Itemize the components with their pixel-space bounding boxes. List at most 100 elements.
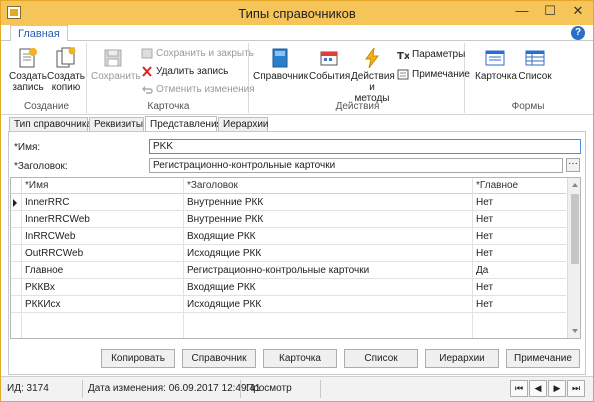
lightning-icon [361,47,383,69]
tab-views[interactable]: Представления [145,116,222,132]
cell-main: Да [476,265,489,276]
card-form-label: Карточка [475,71,517,82]
tab-requisites[interactable]: Реквизиты [89,117,144,132]
save-close-button[interactable]: Сохранить и закрыть [139,46,254,61]
card-form-button[interactable]: Карточка [475,45,517,82]
table-scrollbar[interactable] [567,178,580,338]
list-form-icon [524,47,546,69]
last-record-button[interactable]: ⏭ [567,380,585,397]
list-action-button[interactable]: Список [344,349,418,368]
name-label: *Имя: [14,142,41,153]
parameters-icon: Tx [397,49,411,62]
events-icon [318,47,340,69]
card-action-button[interactable]: Карточка [263,349,337,368]
tab-hierarchies[interactable]: Иерархии [218,117,269,132]
status-bar: ИД: 3174 Дата изменения: 06.09.2017 12:4… [1,376,593,401]
name-input[interactable]: PKK [149,139,581,154]
delete-record-label: Удалить запись [156,66,229,77]
svg-text:Tx: Tx [397,51,409,60]
cell-main: Нет [476,299,494,310]
note-icon [397,69,409,80]
reference-action-button[interactable]: Справочник [182,349,256,368]
reference-button[interactable]: Справочник [253,45,308,82]
parameters-label: Параметры [412,49,466,60]
ribbon-tab-bar: Главная ? [1,25,593,42]
cell-name: InnerRRCWeb [25,214,90,225]
status-divider [240,380,241,398]
new-record-icon [17,47,39,69]
cell-title: Исходящие РКК [187,299,262,310]
cell-main: Нет [476,214,494,225]
create-copy-button[interactable]: Создать копию [47,45,85,93]
note-ribbon-button[interactable]: Примечание [395,67,470,82]
column-header-main[interactable]: *Главное [476,180,518,191]
actions-methods-label: Действия и методы [351,71,395,104]
ribbon-group-card: Сохранить Сохранить и закрыть Удалить за… [89,43,255,113]
hierarchies-button[interactable]: Иерархии [425,349,499,368]
create-copy-label: Создать копию [47,71,86,93]
cell-title: Внутренние РКК [187,197,264,208]
group-label-actions: Действия [335,101,380,112]
first-record-button[interactable]: ⏮ [510,380,528,397]
cell-name: InRRCWeb [25,231,76,242]
group-label-create: Создание [23,101,70,112]
table-row[interactable]: РККВх Входящие РКК Нет [11,280,566,296]
column-header-name[interactable]: *Имя [25,180,48,191]
ribbon: Создать запись Создать копию Создание Со… [1,41,593,115]
save-label: Сохранить [91,71,141,82]
cell-main: Нет [476,197,494,208]
ellipsis-button[interactable]: ··· [566,158,580,172]
ribbon-group-create: Создать запись Создать копию Создание [7,43,87,113]
scroll-thumb[interactable] [571,194,579,264]
note-button[interactable]: Примечание [506,349,580,368]
list-form-button[interactable]: Список [517,45,553,82]
save-button[interactable]: Сохранить [91,45,141,82]
cell-title: Входящие РКК [187,231,256,242]
cell-name: РККИсх [25,299,61,310]
group-label-forms: Формы [511,101,545,112]
cell-name: InnerRRC [25,197,70,208]
copy-record-icon [55,47,77,69]
scroll-down-icon[interactable] [572,329,578,333]
cell-title: Входящие РКК [187,282,256,293]
table-row[interactable]: Главное Регистрационно-контрольные карто… [11,263,566,279]
actions-methods-button[interactable]: Действия и методы [351,45,395,104]
tab-type[interactable]: Тип справочника [9,117,92,132]
ribbon-group-forms: Карточка Список Формы [467,43,589,113]
title-input[interactable]: Регистрационно-контрольные карточки [149,158,563,173]
save-close-icon [141,48,153,59]
create-record-button[interactable]: Создать запись [9,45,47,93]
record-id: ИД: 3174 [7,383,49,394]
events-button[interactable]: События [309,45,351,82]
delete-record-button[interactable]: Удалить запись [139,64,228,79]
views-table: *Имя *Заголовок *Главное InnerRRC Внутре… [10,177,581,339]
next-record-button[interactable]: ▶ [548,380,566,397]
cancel-changes-button[interactable]: Отменить изменения [139,82,255,97]
cell-title: Регистрационно-контрольные карточки [187,265,370,276]
title-bar: Типы справочников — ☐ ✕ [1,1,593,25]
copy-button[interactable]: Копировать [101,349,175,368]
help-icon[interactable]: ? [571,26,585,40]
modified-date: Дата изменения: 06.09.2017 12:49:41 [88,383,261,394]
maximize-button[interactable]: ☐ [536,1,564,23]
minimize-button[interactable]: — [508,1,536,23]
table-row[interactable]: РККИсх Исходящие РКК Нет [11,297,566,313]
scroll-up-icon[interactable] [572,183,578,187]
cell-name: РККВх [25,282,55,293]
column-header-title[interactable]: *Заголовок [187,180,238,191]
table-row[interactable]: InRRCWeb Входящие РКК Нет [11,229,566,245]
table-row[interactable]: InnerRRC Внутренние РКК Нет [11,195,566,211]
close-button[interactable]: ✕ [564,1,592,23]
window-title: Типы справочников [238,6,356,21]
events-label: События [309,71,351,82]
status-divider [320,380,321,398]
cell-title: Внутренние РКК [187,214,264,225]
parameters-button[interactable]: Tx Параметры [395,47,465,62]
prev-record-button[interactable]: ◀ [529,380,547,397]
table-row[interactable]: OutRRCWeb Исходящие РКК Нет [11,246,566,262]
title-label: *Заголовок: [14,161,68,172]
table-row[interactable]: InnerRRCWeb Внутренние РКК Нет [11,212,566,228]
cancel-changes-label: Отменить изменения [156,84,255,95]
ribbon-tab-home[interactable]: Главная [10,25,68,42]
cell-name: Главное [25,265,64,276]
